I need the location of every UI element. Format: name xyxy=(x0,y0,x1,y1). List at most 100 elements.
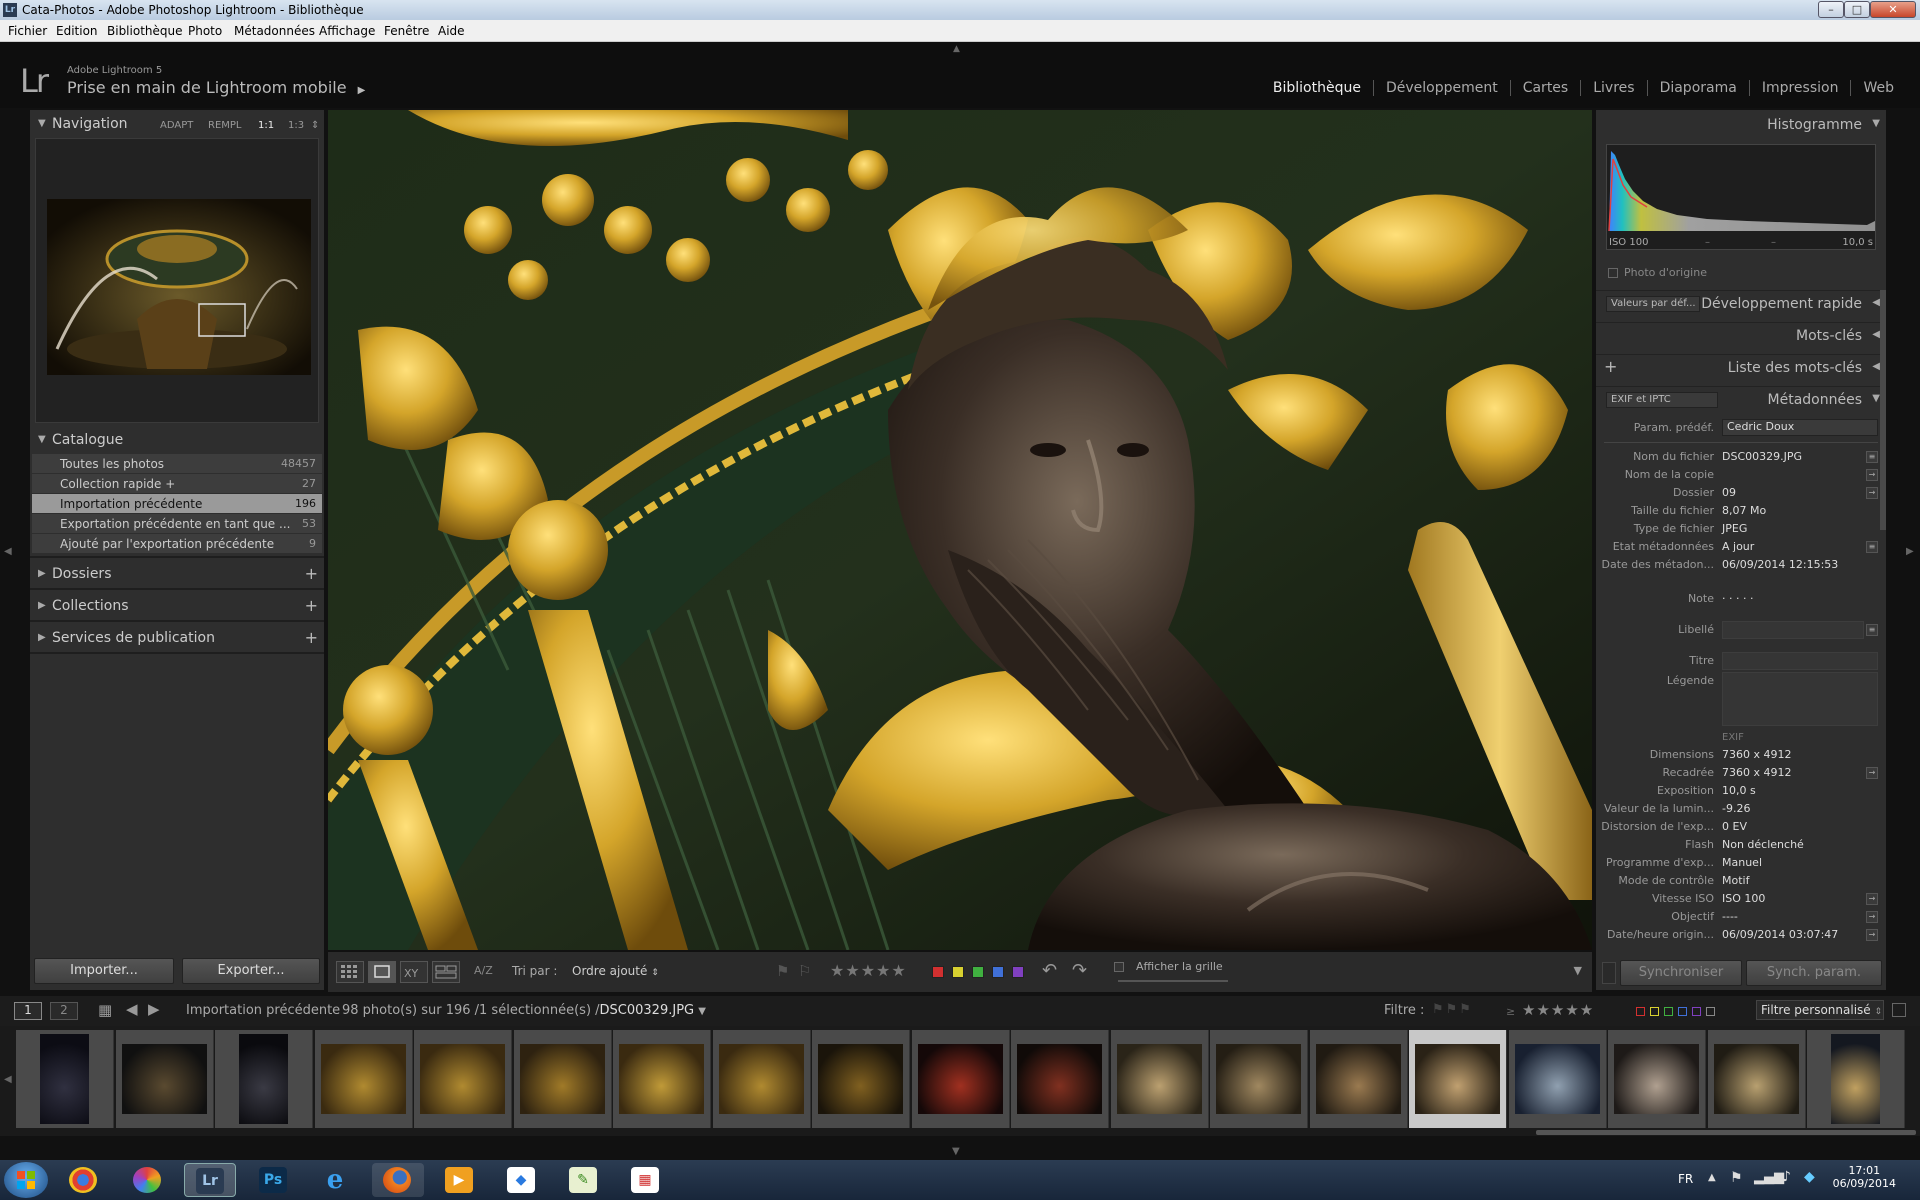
filmstrip-cell[interactable] xyxy=(911,1030,1010,1128)
metadata-row-status[interactable]: Etat métadonnées A jour ≡ xyxy=(1604,538,1878,556)
taskbar-app-lightroom[interactable]: Lr xyxy=(184,1163,236,1197)
go-arrow-icon[interactable]: → xyxy=(1866,767,1878,779)
loupe-view-image[interactable] xyxy=(328,110,1592,950)
navigator-header[interactable]: ▼ Navigation ADAPT REMPL 1:1 1:3 ⇕ xyxy=(30,112,324,136)
rename-list-icon[interactable]: ≡ xyxy=(1866,451,1878,463)
color-label-green[interactable] xyxy=(972,966,984,978)
exif-row-cropped[interactable]: Recadrée 7360 x 4912 → xyxy=(1604,764,1878,782)
add-folder-plus-icon[interactable]: + xyxy=(305,564,318,583)
zoom-1-1[interactable]: 1:1 xyxy=(258,120,274,131)
star-rating-icons[interactable]: ★★★★★ xyxy=(830,961,907,980)
second-window-button[interactable]: 2 xyxy=(50,1002,78,1020)
minimize-button[interactable]: – xyxy=(1818,1,1844,18)
maximize-button[interactable]: □ xyxy=(1844,1,1870,18)
toolbar-menu-arrow-icon[interactable]: ▼ xyxy=(1574,964,1582,977)
rotate-right-icon[interactable]: ↷ xyxy=(1072,960,1087,981)
add-publish-service-plus-icon[interactable]: + xyxy=(305,628,318,647)
exif-row-lens[interactable]: Objectif ---- → xyxy=(1604,908,1878,926)
metadata-row-title[interactable]: Titre xyxy=(1604,652,1878,670)
auto-sync-switch[interactable] xyxy=(1602,962,1616,984)
exif-row-capture-date[interactable]: Date/heure origin... 06/09/2014 03:07:47… xyxy=(1604,926,1878,944)
status-list-icon[interactable]: ≡ xyxy=(1866,541,1878,553)
sort-direction-icon[interactable]: A/Z xyxy=(474,964,493,977)
metadata-preset-dropdown[interactable]: EXIF et IPTC xyxy=(1606,392,1718,408)
original-photo-checkbox[interactable] xyxy=(1608,268,1618,278)
title-input[interactable] xyxy=(1722,652,1878,670)
grid-view-icon[interactable] xyxy=(336,961,364,983)
color-label-red[interactable] xyxy=(932,966,944,978)
flag-pick-icon[interactable]: ⚑ xyxy=(776,962,789,980)
export-button[interactable]: Exporter... xyxy=(182,958,320,984)
grid-size-slider[interactable] xyxy=(1118,980,1228,982)
taskbar-app-firefox[interactable] xyxy=(372,1163,424,1197)
filmstrip-cell[interactable] xyxy=(812,1030,910,1128)
menu-edition[interactable]: Edition xyxy=(56,24,98,38)
quick-develop-header[interactable]: Valeurs par déf... Développement rapide … xyxy=(1596,290,1886,316)
filmstrip-scroll-left-icon[interactable]: ◀ xyxy=(4,1074,12,1085)
keywording-header[interactable]: Mots-clés ◀ xyxy=(1596,322,1886,348)
color-label-yellow[interactable] xyxy=(952,966,964,978)
grid-checkbox[interactable] xyxy=(1114,962,1124,972)
folders-header[interactable]: ▶ Dossiers + xyxy=(30,562,324,586)
module-developpement[interactable]: Développement xyxy=(1372,80,1510,96)
module-diaporama[interactable]: Diaporama xyxy=(1646,80,1749,96)
main-window-button[interactable]: 1 xyxy=(14,1002,42,1020)
system-clock[interactable]: 17:01 06/09/2014 xyxy=(1833,1164,1896,1190)
exif-row-iso[interactable]: Vitesse ISO ISO 100 → xyxy=(1604,890,1878,908)
collapse-left-arrow-icon[interactable]: ◀ xyxy=(4,546,12,557)
grid-view-icon[interactable]: ▦ xyxy=(98,1001,112,1019)
menu-fichier[interactable]: Fichier xyxy=(8,24,47,38)
dropbox-tray-icon[interactable]: ◆ xyxy=(1804,1169,1815,1185)
taskbar-app-internet-explorer[interactable]: e xyxy=(310,1163,362,1197)
go-arrow-icon[interactable]: → xyxy=(1866,487,1878,499)
filmstrip-cell[interactable] xyxy=(613,1030,711,1128)
module-web[interactable]: Web xyxy=(1850,80,1906,96)
catalog-row-previous-export-as[interactable]: Exportation précédente en tant que ... 5… xyxy=(32,514,322,534)
collapse-right-arrow-icon[interactable]: ▶ xyxy=(1906,546,1914,557)
metadata-row-copy-name[interactable]: Nom de la copie → xyxy=(1604,466,1878,484)
filmstrip-scrollbar[interactable] xyxy=(1536,1130,1916,1135)
metadata-header[interactable]: EXIF et IPTC Métadonnées ▼ xyxy=(1596,386,1886,412)
zoom-1-3[interactable]: 1:3 xyxy=(288,120,304,131)
back-arrow-icon[interactable]: ◀ xyxy=(126,1000,138,1018)
label-input[interactable] xyxy=(1722,621,1864,639)
filmstrip-cell[interactable] xyxy=(1011,1030,1109,1128)
color-filter-red[interactable] xyxy=(1636,1007,1645,1016)
zoom-chooser-arrows-icon[interactable]: ⇕ xyxy=(311,120,319,131)
flag-reject-icon[interactable]: ⚐ xyxy=(798,962,811,980)
filmstrip-cell[interactable] xyxy=(1409,1030,1507,1128)
taskbar-app-picasa[interactable] xyxy=(122,1163,174,1197)
filmstrip-cell[interactable] xyxy=(1608,1030,1706,1128)
filmstrip-cell[interactable] xyxy=(1508,1030,1607,1128)
catalog-row-added-by-export[interactable]: Ajouté par l'exportation précédente 9 xyxy=(32,534,322,554)
color-filter-blue[interactable] xyxy=(1678,1007,1687,1016)
menu-aide[interactable]: Aide xyxy=(438,24,465,38)
catalog-row-quick-collection[interactable]: Collection rapide + 27 xyxy=(32,474,322,494)
module-impression[interactable]: Impression xyxy=(1748,80,1851,96)
catalog-row-all-photos[interactable]: Toutes les photos 48457 xyxy=(32,454,322,474)
filmstrip-source[interactable]: Importation précédente xyxy=(186,1003,340,1018)
color-label-blue[interactable] xyxy=(992,966,1004,978)
quick-develop-preset-dropdown[interactable]: Valeurs par déf... xyxy=(1606,296,1700,312)
filmstrip-cell[interactable] xyxy=(115,1030,214,1128)
menu-fenetre[interactable]: Fenêtre xyxy=(384,24,429,38)
collapse-bottom-arrow-icon[interactable]: ▼ xyxy=(952,1146,960,1157)
filter-lock-icon[interactable] xyxy=(1892,1003,1906,1017)
compare-view-icon[interactable]: XY xyxy=(400,961,428,983)
go-arrow-icon[interactable]: → xyxy=(1866,893,1878,905)
show-hidden-icons-icon[interactable]: ▲ xyxy=(1708,1172,1716,1183)
add-keyword-plus-icon[interactable]: + xyxy=(1604,357,1617,376)
survey-view-icon[interactable] xyxy=(432,961,460,983)
go-arrow-icon[interactable]: → xyxy=(1866,469,1878,481)
module-livres[interactable]: Livres xyxy=(1580,80,1646,96)
right-panel-scrollbar[interactable] xyxy=(1880,290,1886,530)
rating-filter-stars[interactable]: ≥ ★★★★★ xyxy=(1506,1001,1594,1019)
filmstrip-cell[interactable] xyxy=(1807,1030,1905,1128)
metadata-row-rating[interactable]: Note · · · · · xyxy=(1604,590,1878,608)
sort-dropdown[interactable]: Ordre ajouté ⇕ xyxy=(572,964,659,978)
metadata-row-label[interactable]: Libellé ≡ xyxy=(1604,621,1878,639)
import-button[interactable]: Importer... xyxy=(34,958,174,984)
filename-dropdown-arrow-icon[interactable]: ▼ xyxy=(698,1006,706,1017)
add-collection-plus-icon[interactable]: + xyxy=(305,596,318,615)
go-arrow-icon[interactable]: → xyxy=(1866,929,1878,941)
